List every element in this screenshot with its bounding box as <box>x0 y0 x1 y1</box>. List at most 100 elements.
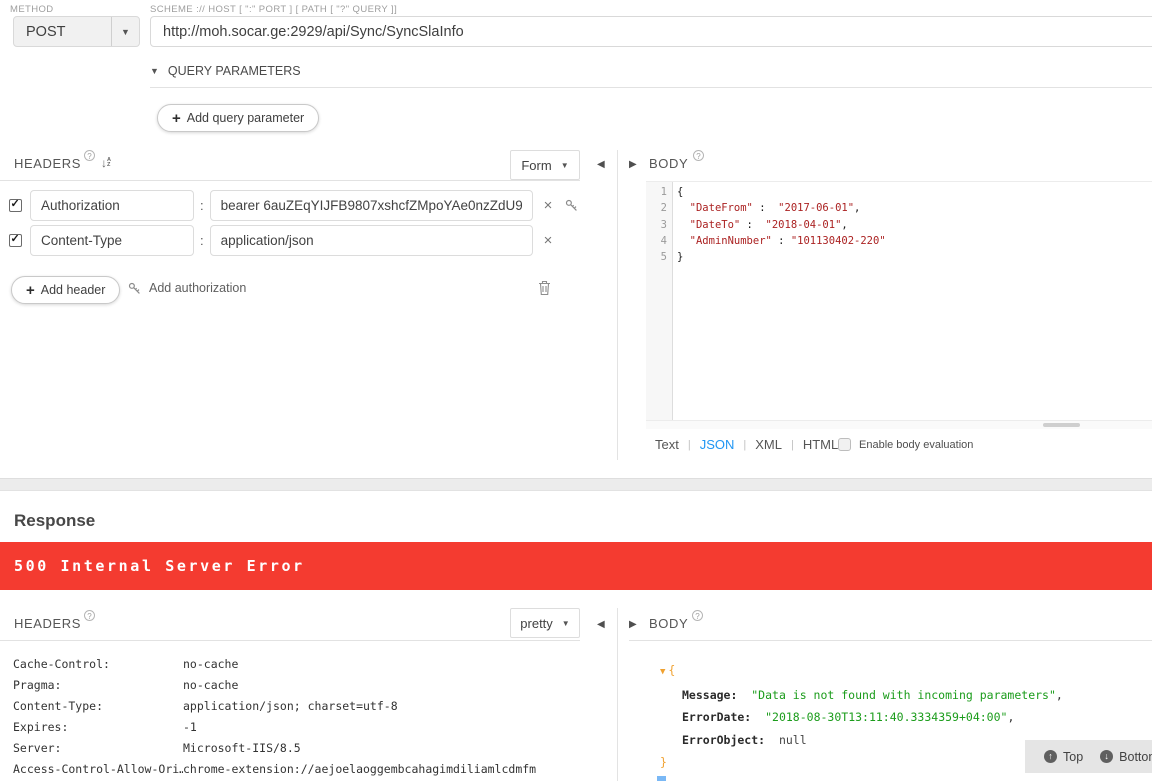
scroll-top-button[interactable]: ↑ Top <box>1044 750 1083 764</box>
add-query-parameter-button[interactable]: + Add query parameter <box>157 104 319 132</box>
help-icon[interactable]: ? <box>692 610 703 621</box>
chevron-down-icon: ▼ <box>561 161 569 170</box>
response-header-list: Cache-Control:no-cachePragma:no-cacheCon… <box>13 653 580 779</box>
separator: | <box>791 439 794 451</box>
add-authorization-label: Add authorization <box>149 281 246 295</box>
response-header-name: Access-Control-Allow-Ori… <box>13 762 183 776</box>
sort-icon[interactable]: ↓ AZ <box>101 156 111 170</box>
header-enabled-checkbox[interactable] <box>9 199 22 212</box>
response-body-title: BODY <box>649 616 688 631</box>
collapse-left-panel-icon[interactable]: ◀ <box>597 159 605 170</box>
response-header-row: Cache-Control:no-cache <box>13 653 580 674</box>
caret-down-icon: ▼ <box>150 66 159 76</box>
response-header-value: application/json; charset=utf-8 <box>183 699 398 713</box>
editor-code[interactable]: { "DateFrom" : "2017-06-01", "DateTo" : … <box>673 182 1152 421</box>
request-headers-title: HEADERS <box>14 156 81 171</box>
separator: | <box>743 439 746 451</box>
code-line: } <box>677 249 1152 265</box>
help-icon[interactable]: ? <box>693 150 704 161</box>
scroll-button-label: Top <box>1063 750 1083 764</box>
scrollbar-handle[interactable] <box>1043 423 1080 427</box>
close-icon[interactable]: × <box>544 198 553 213</box>
request-headers-divider <box>0 180 580 181</box>
code-line: { <box>677 184 1152 200</box>
response-headers-divider <box>0 640 580 641</box>
response-header-row: Access-Control-Allow-Ori…chrome-extensio… <box>13 758 580 779</box>
content-type-text[interactable]: Text <box>655 437 679 452</box>
header-value-input[interactable] <box>210 190 533 221</box>
close-icon[interactable]: × <box>544 233 553 248</box>
scroll-shortcut-box: ↑ Top ↓Bottom <box>1025 740 1152 773</box>
content-type-json[interactable]: JSON <box>700 437 735 452</box>
scroll-bottom-button[interactable]: ↓Bottom <box>1100 750 1152 764</box>
cut-off-element <box>657 776 666 781</box>
content-type-xml[interactable]: XML <box>755 437 782 452</box>
key-icon[interactable] <box>565 199 578 212</box>
status-banner-text: 500 Internal Server Error <box>14 557 305 575</box>
json-line: ErrorDate: "2018-08-30T13:11:40.3334359+… <box>660 706 1063 729</box>
body-content-type-switch: Text | JSON | XML | HTML <box>655 437 838 452</box>
line-number: 3 <box>646 217 667 233</box>
help-icon[interactable]: ? <box>84 610 95 621</box>
method-caret-box[interactable]: ▼ <box>111 17 139 46</box>
line-number: 5 <box>646 249 667 265</box>
header-enabled-checkbox[interactable] <box>9 234 22 247</box>
method-select[interactable]: POST ▼ <box>13 16 140 47</box>
enable-body-evaluation-label: Enable body evaluation <box>859 439 973 451</box>
help-icon[interactable]: ? <box>84 150 95 161</box>
response-header-row: Content-Type:application/json; charset=u… <box>13 695 580 716</box>
response-headers-view-value: pretty <box>520 616 553 631</box>
key-icon <box>128 282 141 295</box>
trash-icon[interactable] <box>538 280 551 301</box>
response-header-name: Content-Type: <box>13 699 183 713</box>
editor-gutter: 12345 <box>646 182 673 421</box>
az-glyph: AZ <box>107 158 111 168</box>
response-header-name: Expires: <box>13 720 183 734</box>
header-name-input[interactable] <box>30 225 194 256</box>
add-query-parameter-label: Add query parameter <box>187 111 304 125</box>
editor-horizontal-scrollbar[interactable] <box>646 420 1152 429</box>
body-evaluation-control: Enable body evaluation <box>838 438 973 451</box>
headers-view-dropdown[interactable]: Form ▼ <box>510 150 580 180</box>
add-header-button[interactable]: + Add header <box>11 276 120 304</box>
enable-body-evaluation-checkbox[interactable] <box>838 438 851 451</box>
scroll-button-label: Bottom <box>1119 750 1152 764</box>
collapse-left-panel-icon[interactable]: ◀ <box>597 619 605 630</box>
header-value-input[interactable] <box>210 225 533 256</box>
request-panel-divider <box>617 150 618 460</box>
response-headers-title: HEADERS <box>14 616 81 631</box>
add-authorization-link[interactable]: Add authorization <box>128 281 246 295</box>
query-parameters-title: QUERY PARAMETERS <box>168 64 301 78</box>
json-line: } <box>660 751 1063 774</box>
response-headers-view-dropdown[interactable]: pretty ▼ <box>510 608 580 638</box>
request-body-editor[interactable]: 12345 { "DateFrom" : "2017-06-01", "Date… <box>646 181 1152 421</box>
response-header-row: Server:Microsoft-IIS/8.5 <box>13 737 580 758</box>
response-header-value: -1 <box>183 720 197 734</box>
chevron-down-icon: ▼ <box>121 27 130 37</box>
collapse-toggle-icon[interactable]: ▼ <box>660 667 665 677</box>
header-name-input[interactable] <box>30 190 194 221</box>
json-line: Message: "Data is not found with incomin… <box>660 684 1063 707</box>
request-header-rows: :×:× <box>0 188 590 258</box>
expand-right-panel-icon[interactable]: ▶ <box>629 619 637 630</box>
json-line: ErrorObject: null <box>660 729 1063 752</box>
response-header-value: chrome-extension://aejoelaoggembcahagimd… <box>183 762 536 776</box>
query-parameters-toggle[interactable]: ▼ QUERY PARAMETERS <box>150 64 301 78</box>
header-colon: : <box>200 198 204 213</box>
response-header-name: Server: <box>13 741 183 755</box>
response-header-name: Pragma: <box>13 678 183 692</box>
request-header-row: :× <box>0 223 590 258</box>
response-panel-divider <box>617 608 618 781</box>
response-header-row: Pragma:no-cache <box>13 674 580 695</box>
chevron-down-icon: ▼ <box>562 619 570 628</box>
request-body-title: BODY <box>649 156 688 171</box>
expand-right-panel-icon[interactable]: ▶ <box>629 159 637 170</box>
separator: | <box>688 439 691 451</box>
arrow-up-circle-icon: ↑ <box>1044 750 1057 763</box>
section-separator <box>0 478 1152 491</box>
response-body-json: ▼{Message: "Data is not found with incom… <box>660 659 1063 774</box>
url-input[interactable] <box>150 16 1152 47</box>
response-header-value: no-cache <box>183 678 238 692</box>
code-line: "DateTo" : "2018-04-01", <box>677 217 1152 233</box>
content-type-html[interactable]: HTML <box>803 437 838 452</box>
